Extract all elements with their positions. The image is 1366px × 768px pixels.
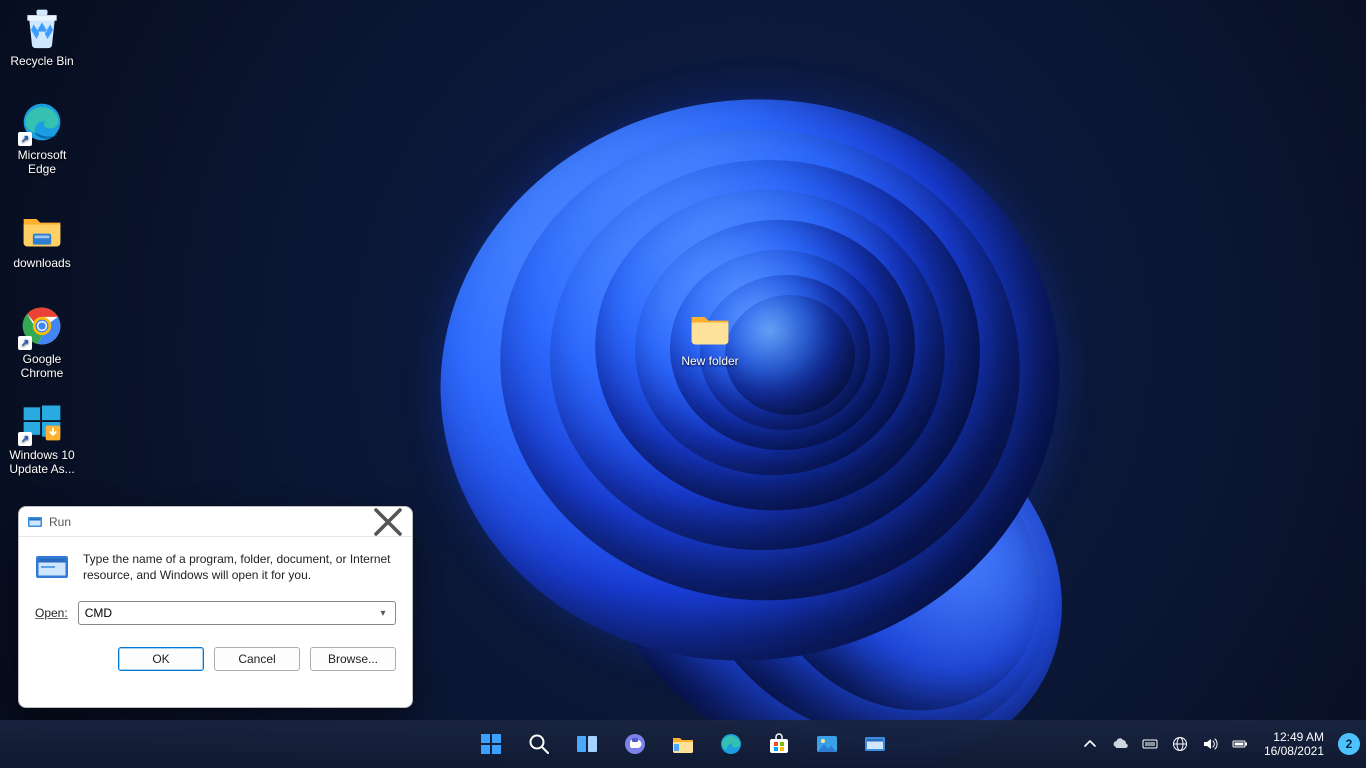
cancel-button[interactable]: Cancel [214,647,300,671]
desktop-icon-label: Recycle Bin [4,54,80,68]
close-button[interactable] [370,507,406,536]
taskbar-explorer-button[interactable] [662,724,704,764]
search-icon [527,732,551,756]
taskbar-store-button[interactable] [758,724,800,764]
start-icon [479,732,503,756]
taskbar-taskview-button[interactable] [566,724,608,764]
tray-keyboard-button[interactable] [1138,724,1162,764]
run-dialog-title-icon [27,514,43,530]
desktop-icon-downloads[interactable]: downloads [4,208,80,270]
taskbar-chat-button[interactable] [614,724,656,764]
chevron-up-icon [1082,736,1098,752]
shortcut-overlay-icon: ↗ [18,132,32,146]
tray-onedrive-button[interactable] [1108,724,1132,764]
keyboard-icon [1142,736,1158,752]
volume-icon [1202,736,1218,752]
desktop-icon-chrome[interactable]: ↗ Google Chrome [4,304,80,380]
tray-clock[interactable]: 12:49 AM 16/08/2021 [1258,724,1330,764]
desktop-icon-label: Windows 10 Update As... [4,448,80,476]
desktop-icon-edge[interactable]: ↗ Microsoft Edge [4,100,80,176]
recycle-bin-icon [20,6,64,50]
store-icon [767,732,791,756]
tray-network-button[interactable] [1168,724,1192,764]
folder-icon [20,208,64,252]
chrome-icon: ↗ [20,304,64,348]
close-icon [370,504,406,540]
desktop-icon-label: downloads [4,256,80,270]
taskbar-start-button[interactable] [470,724,512,764]
desktop-icon-label: New folder [672,354,748,368]
battery-icon [1232,736,1248,752]
run-dialog-titlebar[interactable]: Run [19,507,412,537]
run-icon [863,732,887,756]
taskbar-center [470,720,896,768]
taskbar-edge-button[interactable] [710,724,752,764]
taskbar[interactable]: 12:49 AM 16/08/2021 2 [0,720,1366,768]
run-open-combobox[interactable]: ▾ [78,601,396,625]
desktop-icon-new-folder[interactable]: New folder [672,306,748,368]
edge-icon [719,732,743,756]
run-dialog-icon [35,551,69,585]
taskbar-photos-button[interactable] [806,724,848,764]
run-dialog-title: Run [49,515,71,529]
windows-update-icon: ↗ [20,400,64,444]
taskbar-run-button[interactable] [854,724,896,764]
chevron-down-icon[interactable]: ▾ [375,608,391,619]
notification-count: 2 [1346,737,1353,751]
shortcut-overlay-icon: ↗ [18,336,32,350]
taskbar-search-button[interactable] [518,724,560,764]
shortcut-overlay-icon: ↗ [18,432,32,446]
tray-show-hidden-button[interactable] [1078,724,1102,764]
taskview-icon [575,732,599,756]
tray-notifications-button[interactable]: 2 [1338,733,1360,755]
run-open-label: Open: [35,606,68,620]
photos-icon [815,732,839,756]
desktop-icon-win10-update-assistant[interactable]: ↗ Windows 10 Update As... [4,400,80,476]
edge-icon: ↗ [20,100,64,144]
folder-icon [688,306,732,350]
tray-clock-time: 12:49 AM [1264,730,1324,744]
chat-icon [623,732,647,756]
tray-clock-date: 16/08/2021 [1264,744,1324,758]
taskbar-system-tray: 12:49 AM 16/08/2021 2 [1078,720,1366,768]
tray-battery-button[interactable] [1228,724,1252,764]
onedrive-icon [1112,736,1128,752]
ok-button[interactable]: OK [118,647,204,671]
browse-button[interactable]: Browse... [310,647,396,671]
run-open-input[interactable] [85,606,375,620]
desktop-icon-label: Microsoft Edge [4,148,80,176]
desktop-icon-label: Google Chrome [4,352,80,380]
file-explorer-icon [671,732,695,756]
network-icon [1172,736,1188,752]
run-dialog-description: Type the name of a program, folder, docu… [83,551,396,585]
desktop-icon-recycle-bin[interactable]: Recycle Bin [4,6,80,68]
run-dialog[interactable]: Run Type the name of a program, folder, … [18,506,413,708]
tray-volume-button[interactable] [1198,724,1222,764]
